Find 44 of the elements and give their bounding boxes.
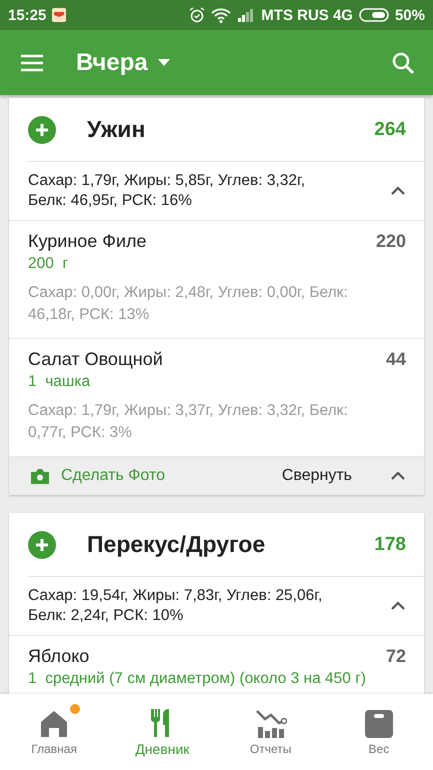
alarm-icon xyxy=(189,7,206,23)
food-name: Яблоко xyxy=(28,646,90,667)
camera-icon xyxy=(31,468,49,484)
nav-tab[interactable]: Главная xyxy=(0,694,108,770)
battery-icon xyxy=(358,8,389,22)
food-serving: 1 чашка xyxy=(28,373,92,391)
collapse-button[interactable]: Свернуть xyxy=(282,467,406,485)
caret-icon xyxy=(158,59,170,66)
food-serving: 1 средний (7 см диаметром) (около 3 на 450 г) xyxy=(28,670,368,688)
add-icon[interactable] xyxy=(28,116,56,144)
food-calories: 72 xyxy=(386,646,406,667)
food-calories: 220 xyxy=(376,231,406,252)
carrier-name: MTS RUS 4G xyxy=(261,6,353,24)
scale-icon xyxy=(364,708,394,738)
collapse-icon[interactable] xyxy=(390,601,406,611)
search-button[interactable] xyxy=(391,50,415,74)
meal-name: Перекус/Другое xyxy=(87,531,266,558)
date-dropdown[interactable]: Вчера xyxy=(76,48,170,76)
mail-icon xyxy=(52,8,66,22)
meal-summary: Сахар: 19,54г, Жиры: 7,83г, Углев: 25,06г, Белк: 2,24г, РСК: 10% xyxy=(28,586,324,626)
food-calories: 44 xyxy=(386,349,406,370)
collapse-icon[interactable] xyxy=(390,186,406,196)
take-photo-button[interactable]: Сделать Фото xyxy=(31,467,282,485)
food-serving: 200 г xyxy=(28,255,70,273)
status-time: 15:25 xyxy=(8,6,46,24)
food-name: Куриное Филе xyxy=(28,231,147,252)
menu-button[interactable] xyxy=(20,54,44,72)
nav-tab[interactable]: Отчеты xyxy=(216,694,325,770)
wifi-icon xyxy=(211,7,232,23)
add-icon[interactable] xyxy=(28,530,56,558)
nav-tab[interactable]: Вес xyxy=(324,694,433,770)
house-icon xyxy=(39,708,70,738)
food-nutrients: Сахар: 0,00г, Жиры: 2,48г, Углев: 0,00г, Белк: 46,18г, РСК: 13% xyxy=(28,283,349,325)
food-name: Салат Овощной xyxy=(28,349,163,370)
meal-summary: Сахар: 1,79г, Жиры: 5,85г, Углев: 3,32г, Белк: 46,95г, РСК: 16% xyxy=(28,171,306,211)
nav-tab[interactable]: Дневник xyxy=(108,694,216,770)
chart-icon xyxy=(254,708,287,738)
caret-icon xyxy=(390,471,406,481)
signal-icon xyxy=(237,8,256,22)
meal-calories: 178 xyxy=(374,534,406,556)
meal-name: Ужин xyxy=(87,116,146,143)
battery-percent: 50% xyxy=(394,6,425,24)
meal-calories: 264 xyxy=(374,118,406,140)
food-nutrients: Сахар: 1,79г, Жиры: 3,37г, Углев: 3,32г, Белк: 0,77г, РСК: 3% xyxy=(28,401,349,443)
